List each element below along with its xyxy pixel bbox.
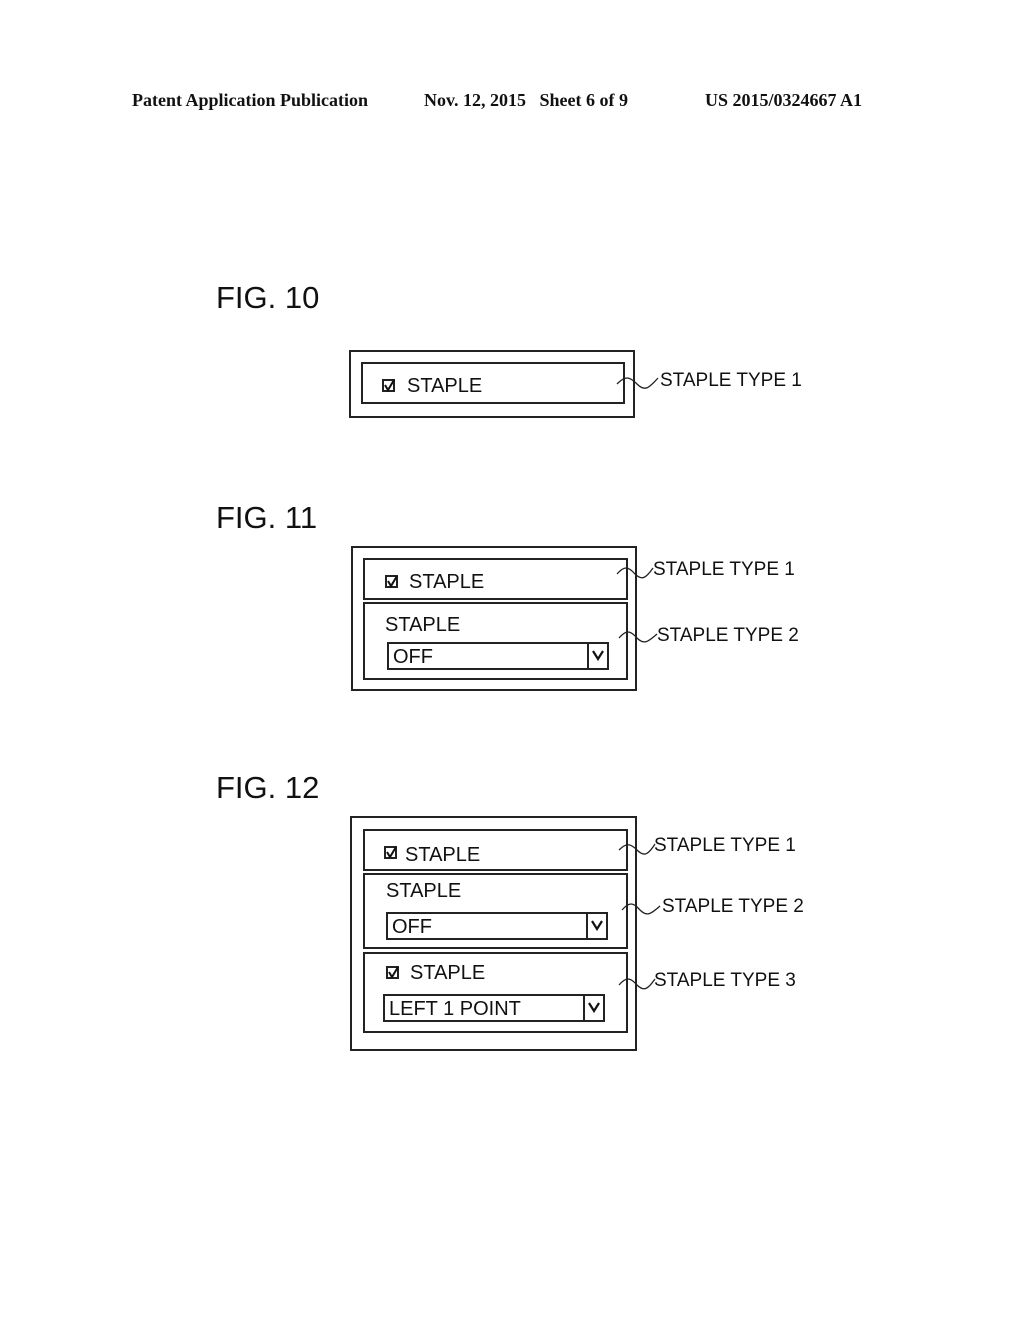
tilde-leader-line [621, 903, 661, 915]
fig-12-window: STAPLE STAPLE OFF STAPLE LEFT 1 POINT [350, 816, 637, 1051]
staple-checkbox[interactable] [385, 575, 398, 588]
dropdown-button[interactable] [587, 644, 607, 668]
tilde-leader-line [618, 631, 658, 643]
staple-checkbox[interactable] [384, 846, 397, 859]
fig-10-window: STAPLE [349, 350, 635, 418]
staple-checkbox-label: STAPLE [407, 375, 483, 397]
fig-11-label: FIG. 11 [216, 500, 318, 535]
callout-staple-type-1: STAPLE TYPE 1 [660, 370, 802, 391]
tilde-leader-line [618, 978, 656, 990]
fig-10-label: FIG. 10 [216, 280, 320, 315]
staple-type-1-panel: STAPLE [363, 558, 628, 600]
fig-11-window: STAPLE STAPLE OFF [351, 546, 637, 691]
callout-staple-type-1: STAPLE TYPE 1 [653, 559, 795, 580]
publication-title: Patent Application Publication [132, 90, 369, 110]
tilde-leader-line [616, 567, 654, 579]
fig-12-label: FIG. 12 [216, 770, 320, 805]
callout-staple-type-2: STAPLE TYPE 2 [662, 896, 804, 917]
dropdown-button[interactable] [586, 914, 606, 938]
staple-type-1-panel: STAPLE [363, 829, 628, 871]
staple-dropdown-label: STAPLE [385, 614, 461, 636]
staple-checkbox-label: STAPLE [409, 571, 485, 593]
staple-checkbox[interactable] [386, 966, 399, 979]
chevron-down-icon [591, 920, 603, 931]
chevron-down-icon [592, 650, 604, 661]
staple-dropdown[interactable]: OFF [386, 912, 608, 940]
staple-checkbox-label: STAPLE [410, 962, 486, 984]
staple-dropdown-value: OFF [393, 646, 433, 668]
chevron-down-icon [588, 1002, 600, 1013]
staple-checkbox-label: STAPLE [405, 844, 481, 866]
staple-dropdown[interactable]: OFF [387, 642, 609, 670]
date-sheet: Nov. 12, 2015 Sheet 6 of 9 [424, 90, 628, 110]
staple-type-2-panel: STAPLE OFF [363, 602, 628, 680]
callout-staple-type-3: STAPLE TYPE 3 [654, 970, 796, 991]
staple-dropdown-label: STAPLE [386, 880, 462, 902]
dropdown-button[interactable] [583, 996, 603, 1020]
tilde-leader-line [618, 843, 656, 855]
checkbox-checked-icon [386, 846, 397, 859]
callout-staple-type-2: STAPLE TYPE 2 [657, 625, 799, 646]
callout-staple-type-1: STAPLE TYPE 1 [654, 835, 796, 856]
checkbox-checked-icon [384, 379, 395, 392]
staple-type-2-panel: STAPLE OFF [363, 873, 628, 949]
checkbox-checked-icon [387, 575, 398, 588]
staple-dropdown-value: OFF [392, 916, 432, 938]
staple-type-3-panel: STAPLE LEFT 1 POINT [363, 952, 628, 1033]
staple-type-1-panel: STAPLE [361, 362, 625, 404]
patent-number: US 2015/0324667 A1 [705, 90, 863, 110]
staple-checkbox[interactable] [382, 379, 395, 392]
tilde-leader-line [616, 377, 659, 389]
staple-position-dropdown[interactable]: LEFT 1 POINT [383, 994, 605, 1022]
staple-position-value: LEFT 1 POINT [389, 998, 521, 1020]
checkbox-checked-icon [388, 966, 399, 979]
